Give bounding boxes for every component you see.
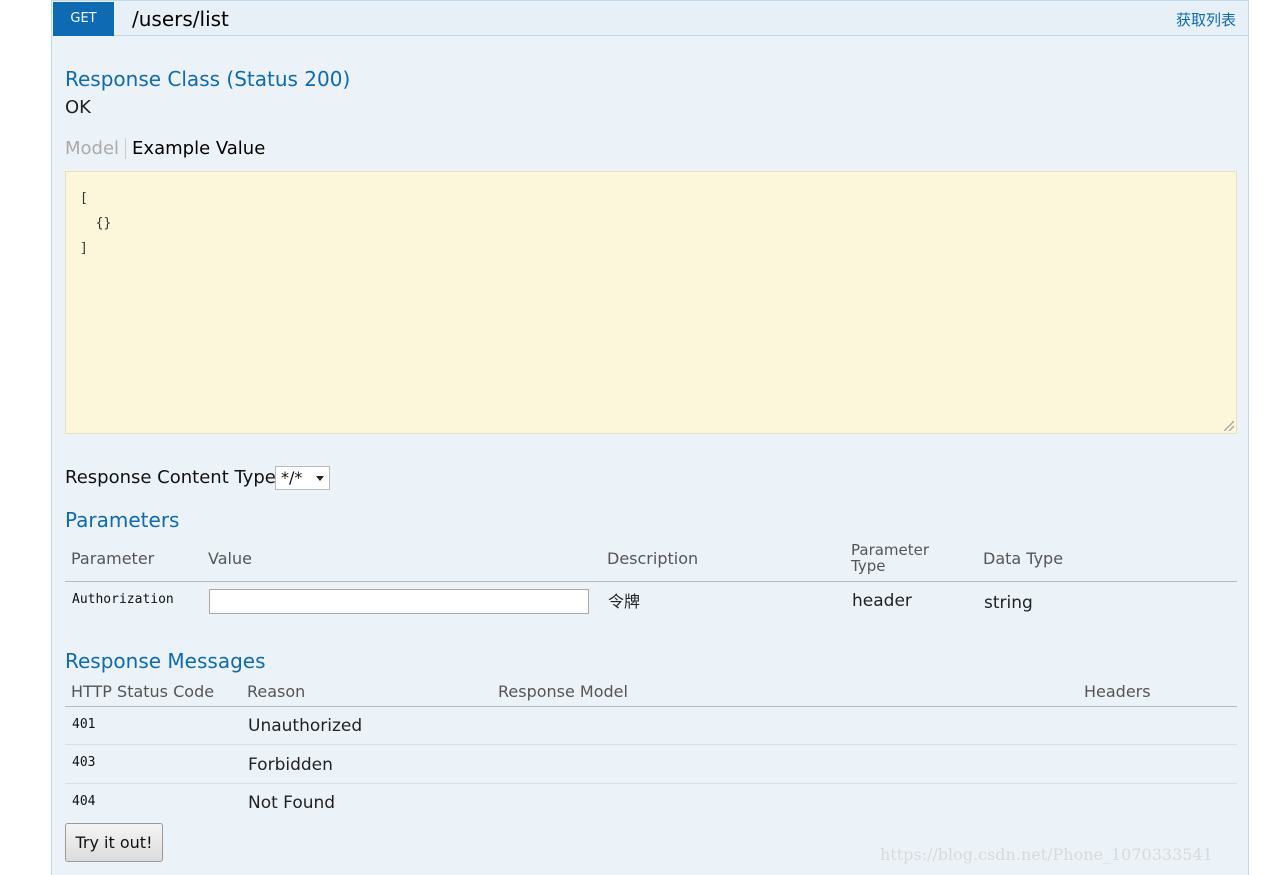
authorization-input[interactable] [209,589,589,614]
content-type-selected: */* [281,468,303,487]
example-value-code: [ {} ] [80,191,112,256]
response-class-title: Response Class (Status 200) [65,67,351,91]
param-col-param-type-line2: Type [851,557,886,575]
example-value-box[interactable]: [ {} ] [65,171,1237,434]
operation-summary[interactable]: 获取列表 [1176,10,1236,30]
param-data-type: string [984,593,1033,613]
param-header-divider [65,581,1237,582]
param-description: 令牌 [608,592,641,611]
table-row-reason: Not Found [248,793,336,813]
row-divider [65,783,1237,784]
signature-tabs: Model Example Value [65,137,265,161]
param-col-parameter: Parameter [71,549,155,568]
watermark-text: https://blog.csdn.net/Phone_1070333541 [880,845,1213,864]
tab-model[interactable]: Model [65,138,127,159]
table-row-code: 401 [72,717,96,732]
resp-col-reason: Reason [247,682,306,701]
operation-panel: GET /users/list 获取列表 Response Class (Sta… [51,0,1249,875]
content-type-select[interactable]: */* [275,466,330,490]
row-divider [65,744,1237,745]
parameters-title: Parameters [65,508,180,532]
resize-grip-icon[interactable] [1224,421,1234,431]
param-name: Authorization [72,592,174,607]
endpoint-path[interactable]: /users/list [132,6,229,32]
try-it-out-button[interactable]: Try it out! [65,823,163,862]
operation-heading[interactable]: GET /users/list 获取列表 [52,0,1248,36]
table-row-reason: Forbidden [248,755,333,775]
resp-col-response-model: Response Model [498,682,628,701]
resp-col-headers: Headers [1084,682,1151,701]
param-col-description: Description [607,549,699,568]
param-type: header [852,591,912,611]
param-col-param-type: Parameter Type [851,542,929,574]
param-col-value: Value [208,549,252,568]
param-col-data-type: Data Type [983,549,1064,568]
response-messages-title: Response Messages [65,649,266,673]
content-type-label: Response Content Type [65,467,276,488]
resp-col-status-code: HTTP Status Code [71,682,215,701]
response-status-text: OK [65,97,91,118]
tab-example-value[interactable]: Example Value [126,138,265,159]
table-row-reason: Unauthorized [248,716,363,736]
http-method-badge[interactable]: GET [53,2,114,36]
resp-header-divider [65,706,1237,707]
table-row-code: 403 [72,755,96,770]
chevron-down-icon [316,476,324,481]
table-row-code: 404 [72,794,96,809]
